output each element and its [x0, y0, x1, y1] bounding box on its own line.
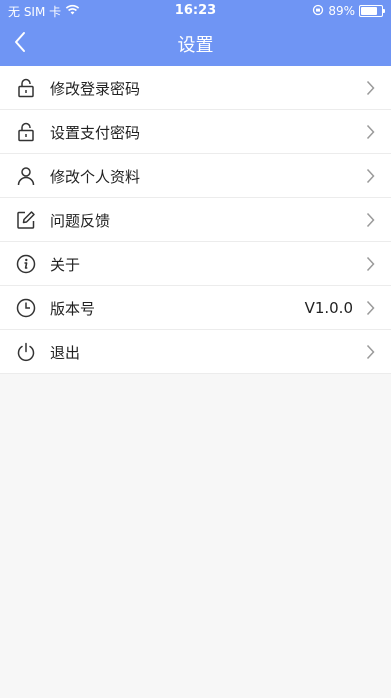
menu-label: 退出: [50, 343, 81, 362]
lock-icon: [15, 77, 37, 99]
chevron-right-icon: [359, 344, 381, 360]
battery-icon: [359, 5, 385, 17]
chevron-right-icon: [359, 124, 381, 140]
back-button[interactable]: [4, 28, 36, 60]
chevron-right-icon: [359, 212, 381, 228]
clock-icon: [15, 297, 37, 319]
status-bar: 无 SIM 卡 16:23 89%: [0, 0, 391, 22]
nav-bar: 设置: [0, 22, 391, 66]
menu-item-change-login-password[interactable]: 修改登录密码: [0, 66, 391, 110]
menu-item-version[interactable]: 版本号 V1.0.0: [0, 286, 391, 330]
user-icon: [15, 165, 37, 187]
menu-label: 关于: [50, 255, 81, 274]
menu-item-feedback[interactable]: 问题反馈: [0, 198, 391, 242]
power-icon: [15, 341, 37, 363]
menu-label: 问题反馈: [50, 211, 111, 230]
app-header: 无 SIM 卡 16:23 89% 设置: [0, 0, 391, 66]
settings-list: 修改登录密码 设置支付密码 修改个人资料 问题反馈 关于 版本号 V1.0.0 …: [0, 66, 391, 374]
menu-label: 修改登录密码: [50, 79, 141, 98]
battery-fill: [361, 7, 378, 15]
chevron-right-icon: [359, 256, 381, 272]
chevron-right-icon: [359, 80, 381, 96]
lock-icon: [15, 121, 37, 143]
status-time: 16:23: [174, 3, 217, 18]
page-title: 设置: [177, 35, 214, 56]
chevron-right-icon: [359, 300, 381, 316]
menu-label: 设置支付密码: [50, 123, 141, 142]
menu-item-edit-profile[interactable]: 修改个人资料: [0, 154, 391, 198]
version-value: V1.0.0: [304, 299, 353, 317]
menu-item-about[interactable]: 关于: [0, 242, 391, 286]
menu-item-logout[interactable]: 退出: [0, 330, 391, 374]
info-icon: [15, 253, 37, 275]
menu-label: 版本号: [50, 299, 96, 318]
menu-label: 修改个人资料: [50, 167, 141, 186]
chevron-left-icon: [14, 31, 26, 57]
chevron-right-icon: [359, 168, 381, 184]
edit-icon: [15, 209, 37, 231]
menu-item-set-payment-password[interactable]: 设置支付密码: [0, 110, 391, 154]
